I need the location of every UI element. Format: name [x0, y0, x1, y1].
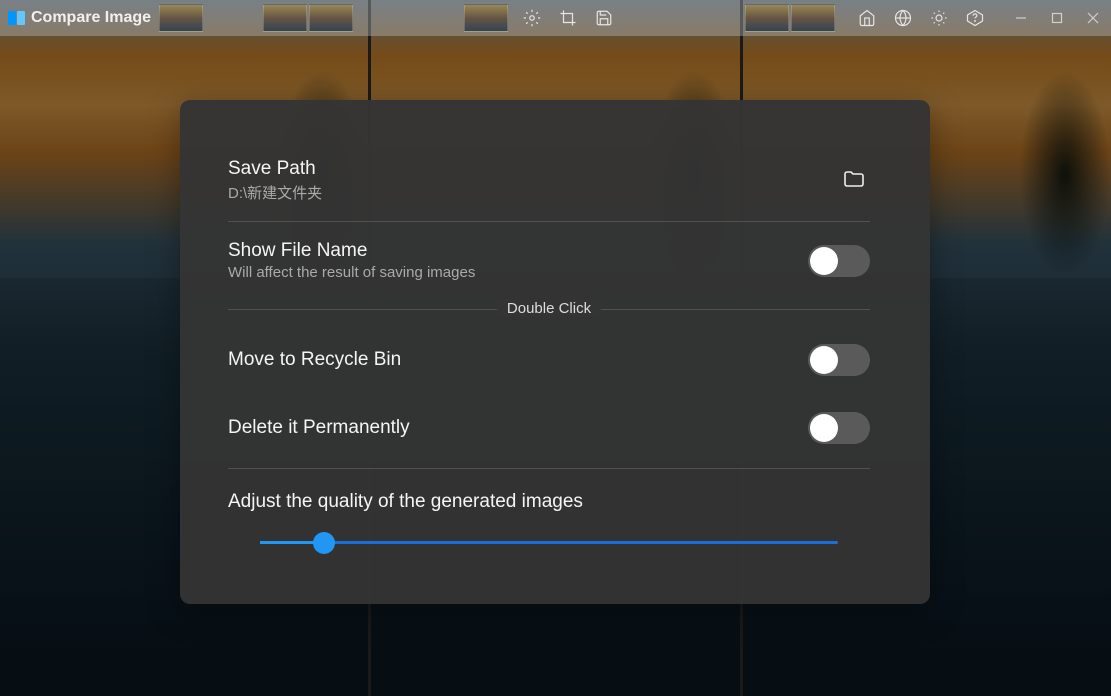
move-recycle-toggle[interactable] — [808, 344, 870, 376]
help-button[interactable] — [957, 0, 993, 36]
double-click-label: Double Click — [497, 300, 601, 317]
move-recycle-row: Move to Recycle Bin — [228, 320, 870, 394]
title-bar: Compare Image — [0, 0, 1111, 36]
move-recycle-label: Move to Recycle Bin — [228, 349, 401, 371]
browse-folder-button[interactable] — [842, 167, 870, 195]
thumbnail-strip-right[interactable] — [745, 4, 835, 32]
thumbnail-strip-left[interactable] — [159, 4, 203, 32]
delete-permanent-label: Delete it Permanently — [228, 417, 410, 439]
close-icon — [1087, 12, 1099, 24]
help-icon — [966, 9, 984, 27]
show-filename-sub: Will affect the result of saving images — [228, 264, 475, 281]
save-button[interactable] — [586, 0, 622, 36]
quality-slider-thumb[interactable] — [313, 532, 335, 554]
home-button[interactable] — [849, 0, 885, 36]
minimize-button[interactable] — [1003, 0, 1039, 36]
sun-icon — [930, 9, 948, 27]
double-click-section: Double Click Move to Recycle Bin Delete … — [228, 309, 870, 462]
delete-permanent-row: Delete it Permanently — [228, 394, 870, 462]
save-icon — [595, 9, 613, 27]
delete-permanent-toggle[interactable] — [808, 412, 870, 444]
show-filename-label: Show File Name — [228, 240, 475, 262]
save-path-label: Save Path — [228, 158, 322, 180]
crop-button[interactable] — [550, 0, 586, 36]
minimize-icon — [1015, 12, 1027, 24]
web-button[interactable] — [885, 0, 921, 36]
show-filename-toggle[interactable] — [808, 245, 870, 277]
quality-row: Adjust the quality of the generated imag… — [228, 468, 870, 544]
save-path-value: D:\新建文件夹 — [228, 182, 322, 203]
show-filename-row: Show File Name Will affect the result of… — [228, 222, 870, 299]
globe-icon — [894, 9, 912, 27]
home-icon — [858, 9, 876, 27]
quality-label: Adjust the quality of the generated imag… — [228, 491, 870, 513]
save-path-row: Save Path D:\新建文件夹 — [228, 140, 870, 222]
crop-icon — [559, 9, 577, 27]
app-icon — [8, 11, 25, 25]
settings-button[interactable] — [514, 0, 550, 36]
close-button[interactable] — [1075, 0, 1111, 36]
theme-button[interactable] — [921, 0, 957, 36]
quality-slider[interactable] — [260, 541, 838, 544]
maximize-button[interactable] — [1039, 0, 1075, 36]
gear-icon — [523, 9, 541, 27]
maximize-icon — [1051, 12, 1063, 24]
folder-icon — [842, 167, 866, 191]
thumbnail-strip-mid[interactable] — [464, 4, 508, 32]
settings-panel: Save Path D:\新建文件夹 Show File Name Will a… — [180, 100, 930, 604]
app-title: Compare Image — [31, 9, 151, 27]
thumbnail-strip-center[interactable] — [263, 4, 353, 32]
